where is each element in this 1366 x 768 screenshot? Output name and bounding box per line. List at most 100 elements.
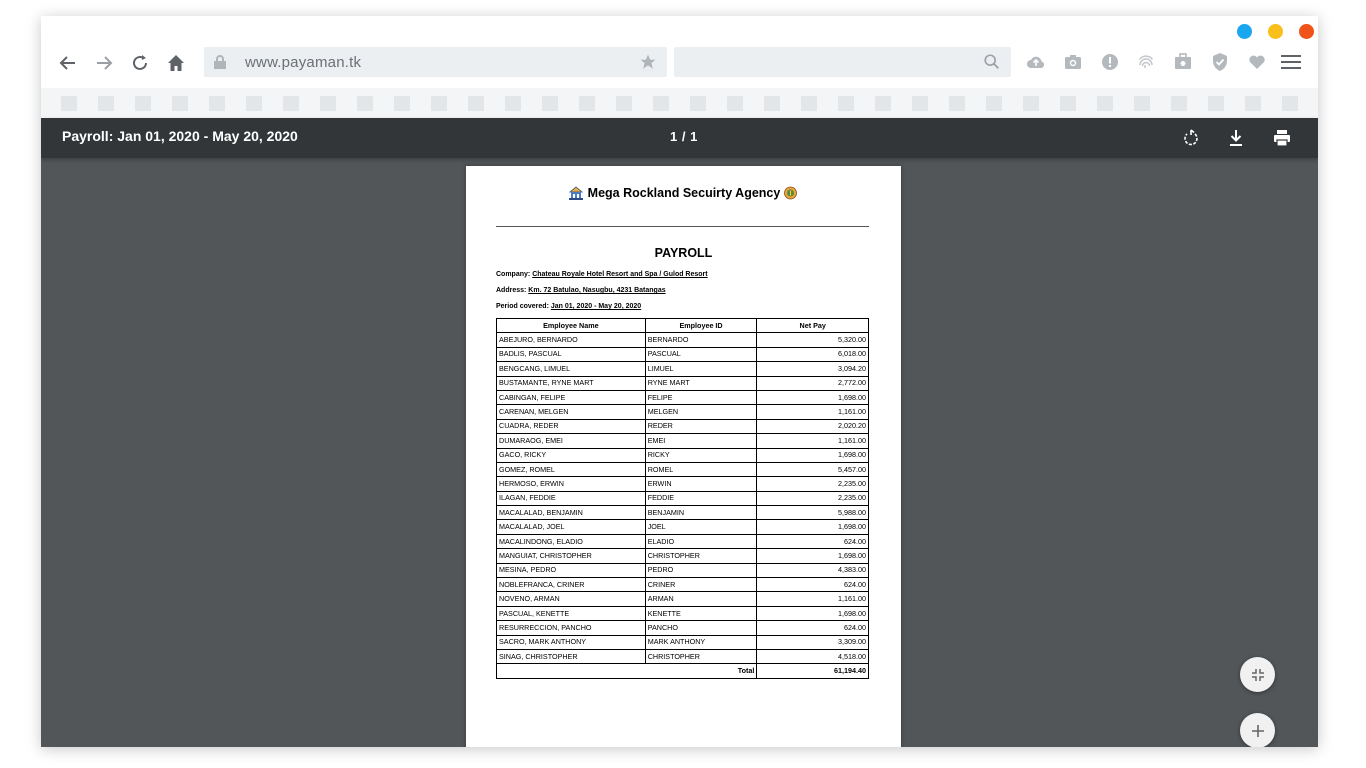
bookmark-placeholder[interactable] [320, 96, 336, 111]
zoom-in-icon [1251, 724, 1264, 737]
bookmark-placeholder[interactable] [505, 96, 521, 111]
forward-button[interactable] [91, 50, 117, 76]
bookmark-placeholder[interactable] [98, 96, 114, 111]
net-pay-cell: 5,988.00 [756, 505, 869, 521]
bookmark-placeholder[interactable] [1171, 96, 1187, 111]
employee-name-cell: MESINA, PEDRO [496, 562, 646, 579]
bookmark-placeholder[interactable] [542, 96, 558, 111]
employee-id-cell: ARMAN [644, 591, 758, 607]
employee-name-cell: CABINGAN, FELIPE [496, 389, 646, 406]
lock-icon [213, 54, 227, 75]
address-bar[interactable]: www.payaman.tk [204, 47, 667, 77]
bookmark-placeholder[interactable] [468, 96, 484, 111]
alert-icon[interactable] [1100, 52, 1120, 72]
camera-icon[interactable] [1063, 52, 1083, 72]
net-pay-cell: 4,518.00 [756, 648, 869, 665]
star-icon[interactable] [639, 53, 657, 76]
table-row: MESINA, PEDRO PEDRO 4,383.00 [496, 562, 869, 579]
bookmark-placeholder[interactable] [431, 96, 447, 111]
bookmark-placeholder[interactable] [690, 96, 706, 111]
bookmark-placeholder[interactable] [579, 96, 595, 111]
bookmark-placeholder[interactable] [209, 96, 225, 111]
download-button[interactable] [1224, 126, 1248, 150]
employee-id-cell: CHRISTOPHER [644, 648, 758, 665]
bookmark-placeholder[interactable] [1208, 96, 1224, 111]
back-button[interactable] [55, 50, 81, 76]
employee-name-cell: NOBLEFRANCA, CRINER [496, 577, 646, 593]
employee-name-cell: BUSTAMANTE, RYNE MART [496, 375, 646, 391]
bookmark-placeholder[interactable] [912, 96, 928, 111]
bookmark-placeholder[interactable] [801, 96, 817, 111]
table-row: ILAGAN, FEDDIE FEDDIE 2,235.00 [496, 490, 869, 507]
shield-check-icon[interactable] [1210, 52, 1230, 72]
rotate-button[interactable] [1179, 126, 1203, 150]
employee-id-cell: JOEL [644, 519, 758, 535]
bookmark-placeholder[interactable] [1134, 96, 1150, 111]
table-row: RESURRECCION, PANCHO PANCHO 624.00 [496, 620, 869, 636]
bookmark-placeholder[interactable] [61, 96, 77, 111]
net-pay-cell: 1,698.00 [756, 447, 869, 463]
table-row: PASCUAL, KENETTE KENETTE 1,698.00 [496, 605, 869, 622]
bookmark-placeholder[interactable] [283, 96, 299, 111]
bookmark-placeholder[interactable] [394, 96, 410, 111]
table-row: SACRO, MARK ANTHONY MARK ANTHONY 3,309.00 [496, 634, 869, 650]
employee-id-cell: KENETTE [644, 605, 758, 622]
employee-id-cell: PASCUAL [644, 346, 758, 363]
briefcase-icon[interactable] [1173, 52, 1193, 72]
bookmark-placeholder[interactable] [838, 96, 854, 111]
bookmark-placeholder[interactable] [246, 96, 262, 111]
bookmark-placeholder[interactable] [172, 96, 188, 111]
net-pay-cell: 1,698.00 [756, 389, 869, 406]
employee-name-cell: CUADRA, REDER [496, 418, 646, 435]
table-row: DUMARAOG, EMEI EMEI 1,161.00 [496, 433, 869, 449]
column-header: Net Pay [756, 317, 869, 334]
employee-name-cell: CARENAN, MELGEN [496, 404, 646, 420]
table-row: BUSTAMANTE, RYNE MART RYNE MART 2,772.00 [496, 375, 869, 391]
print-button[interactable] [1270, 126, 1294, 150]
reload-button[interactable] [127, 50, 153, 76]
pdf-viewer[interactable]: Mega Rockland Secuirty Agency PAYROLL Co… [41, 158, 1318, 747]
search-icon[interactable] [983, 53, 1001, 76]
bookmark-placeholder[interactable] [986, 96, 1002, 111]
employee-name-cell: MACALALAD, BENJAMIN [496, 505, 646, 521]
bookmark-placeholder[interactable] [357, 96, 373, 111]
bookmark-placeholder[interactable] [1023, 96, 1039, 111]
bookmark-placeholder[interactable] [616, 96, 632, 111]
bookmark-placeholder[interactable] [727, 96, 743, 111]
bookmark-placeholder[interactable] [653, 96, 669, 111]
employee-name-cell: ILAGAN, FEDDIE [496, 490, 646, 507]
window-dot-yellow[interactable] [1268, 24, 1283, 39]
letterhead: Mega Rockland Secuirty Agency [496, 186, 869, 200]
employee-name-cell: GACO, RICKY [496, 447, 646, 463]
bookmark-placeholder[interactable] [875, 96, 891, 111]
table-row: CARENAN, MELGEN MELGEN 1,161.00 [496, 404, 869, 420]
browser-window: www.payaman.tk Payroll: Jan 01, 2020 - M… [41, 16, 1318, 747]
heart-icon[interactable] [1247, 52, 1267, 72]
pdf-page: Mega Rockland Secuirty Agency PAYROLL Co… [466, 166, 901, 747]
bookmarks-bar [41, 88, 1318, 118]
table-row: MACALINDONG, ELADIO ELADIO 624.00 [496, 533, 869, 550]
zoom-in-button[interactable] [1240, 713, 1275, 747]
window-dot-blue[interactable] [1237, 24, 1252, 39]
cloud-upload-icon[interactable] [1026, 52, 1046, 72]
home-button[interactable] [163, 50, 189, 76]
address-line: Address: Km. 72 Batulao, Nasugbu, 4231 B… [496, 287, 666, 294]
menu-icon[interactable] [1281, 52, 1301, 72]
fit-page-button[interactable] [1240, 657, 1275, 692]
bookmark-placeholder[interactable] [135, 96, 151, 111]
table-row: MACALALAD, BENJAMIN BENJAMIN 5,988.00 [496, 505, 869, 521]
net-pay-cell: 1,161.00 [756, 433, 869, 449]
bookmark-placeholder[interactable] [949, 96, 965, 111]
home-icon [168, 55, 184, 71]
bookmark-placeholder[interactable] [1282, 96, 1298, 111]
fingerprint-icon[interactable] [1136, 52, 1156, 72]
bookmark-placeholder[interactable] [1097, 96, 1113, 111]
company-line: Company: Chateau Royale Hotel Resort and… [496, 271, 708, 278]
window-dot-red[interactable] [1299, 24, 1314, 39]
bookmark-placeholder[interactable] [1245, 96, 1261, 111]
bookmark-placeholder[interactable] [764, 96, 780, 111]
bookmark-placeholder[interactable] [1060, 96, 1076, 111]
net-pay-cell: 624.00 [756, 533, 869, 550]
search-bar[interactable] [674, 47, 1011, 77]
net-pay-cell: 1,161.00 [756, 404, 869, 420]
